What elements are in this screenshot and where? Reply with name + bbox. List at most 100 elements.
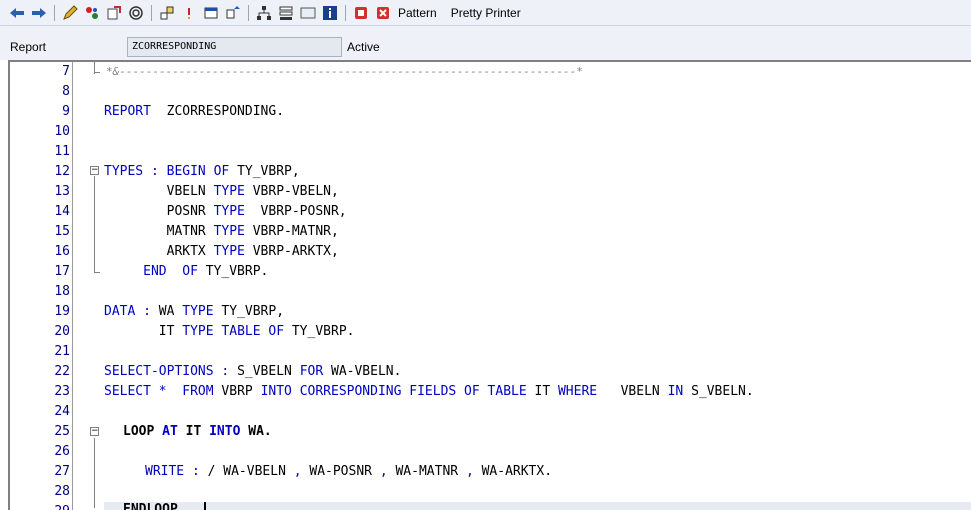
- application-toolbar: Pattern Pretty Printer: [0, 0, 971, 26]
- keyword: LOOP: [123, 424, 163, 439]
- code-line-16: ARKTX TYPE VBRP-ARKTX,: [104, 244, 339, 259]
- comment-text: *&--------------------------------------…: [106, 65, 583, 78]
- identifier: TY_VBRP.: [291, 324, 355, 339]
- window-icon[interactable]: [200, 3, 222, 23]
- pattern-button[interactable]: Pattern: [394, 6, 447, 20]
- line-number: 23: [54, 384, 70, 399]
- report-label: Report: [10, 40, 47, 54]
- keyword: TYPE: [182, 304, 222, 319]
- line-number-gutter: 7 8 9 10 11 12 13 14 15 16 17 18 19 20 2…: [10, 62, 73, 510]
- line-number: 16: [54, 244, 70, 259]
- identifier: TY_VBRP,: [237, 164, 300, 179]
- breakpoint-icon[interactable]: [178, 3, 200, 23]
- keyword: SELECT-OPTIONS :: [104, 364, 238, 379]
- identifier: VBRP-MATNR,: [252, 224, 339, 239]
- display-object-icon[interactable]: [350, 3, 372, 23]
- identifier: VBELN: [597, 384, 668, 399]
- code-line-25: LOOP AT IT INTO WA.: [123, 424, 272, 439]
- operator: ,: [379, 464, 396, 479]
- fold-guide: [94, 272, 100, 273]
- keyword: IN: [667, 384, 692, 399]
- current-line-highlight: [104, 502, 971, 510]
- identifier: IT: [104, 324, 183, 339]
- fold-guide: [94, 176, 95, 272]
- forward-arrow-icon[interactable]: [28, 3, 50, 23]
- keyword: INTO: [209, 424, 249, 439]
- line-number: 17: [54, 264, 70, 279]
- edit-pencil-icon[interactable]: [59, 3, 81, 23]
- identifier: S_VBELN: [237, 364, 300, 379]
- code-line-22: SELECT-OPTIONS : S_VBELN FOR WA-VBELN.: [104, 364, 401, 379]
- text-cursor: [204, 502, 206, 510]
- keyword: TYPE: [213, 204, 253, 219]
- line-number: 22: [54, 364, 70, 379]
- line-number: 27: [54, 464, 70, 479]
- line-number: 14: [54, 204, 70, 219]
- line-number: 21: [54, 344, 70, 359]
- delete-object-icon[interactable]: [372, 3, 394, 23]
- program-name-field[interactable]: ZCORRESPONDING: [127, 37, 342, 57]
- keyword: AT: [162, 424, 186, 439]
- identifier: TY_VBRP.: [205, 264, 269, 279]
- keyword: FOR: [299, 364, 331, 379]
- identifier: WA: [158, 304, 183, 319]
- identifier: WA.: [248, 424, 272, 439]
- identifier: WA-POSNR: [309, 464, 380, 479]
- dialog-icon[interactable]: [297, 3, 319, 23]
- keyword: FROM: [174, 384, 222, 399]
- identifier: VBRP-POSNR,: [252, 204, 347, 219]
- back-arrow-icon[interactable]: [6, 3, 28, 23]
- identifier: WA-VBELN.: [331, 364, 402, 379]
- identifier: ZCORRESPONDING.: [150, 104, 285, 119]
- line-number: 7: [62, 64, 70, 79]
- code-line-27: WRITE : / WA-VBELN , WA-POSNR , WA-MATNR…: [145, 464, 552, 479]
- line-number: 19: [54, 304, 70, 319]
- keyword: REPORT: [104, 104, 151, 119]
- keyword: SELECT *: [104, 384, 175, 399]
- line-number: 18: [54, 284, 70, 299]
- toolbar-separator: [345, 4, 346, 21]
- info-icon[interactable]: [319, 3, 341, 23]
- identifier: VBRP-ARKTX,: [252, 244, 339, 259]
- stack-icon[interactable]: [275, 3, 297, 23]
- toolbar-separator: [248, 4, 249, 21]
- line-number: 20: [54, 324, 70, 339]
- line-number: 10: [54, 124, 70, 139]
- code-line-20: IT TYPE TABLE OF TY_VBRP.: [104, 324, 355, 339]
- line-number: 13: [54, 184, 70, 199]
- object-list-icon[interactable]: [156, 3, 178, 23]
- where-used-icon[interactable]: [125, 3, 147, 23]
- operator: ,: [465, 464, 482, 479]
- line-number: 9: [62, 104, 70, 119]
- identifier: IT: [185, 424, 210, 439]
- code-line-13: VBELN TYPE VBRP-VBELN,: [104, 184, 339, 199]
- identifier: TY_VBRP,: [221, 304, 285, 319]
- code-line-15: MATNR TYPE VBRP-MATNR,: [104, 224, 339, 239]
- hierarchy-icon[interactable]: [253, 3, 275, 23]
- line-number: 26: [54, 444, 70, 459]
- line-number: 28: [54, 484, 70, 499]
- identifier: ARKTX: [104, 244, 214, 259]
- identifier: VBELN: [104, 184, 214, 199]
- line-number: 24: [54, 404, 70, 419]
- code-editor[interactable]: 7 8 9 10 11 12 13 14 15 16 17 18 19 20 2…: [8, 60, 971, 510]
- line-number: 11: [54, 144, 70, 159]
- pretty-printer-button[interactable]: Pretty Printer: [447, 6, 531, 20]
- program-header: Report ZCORRESPONDING Active: [0, 26, 971, 60]
- keyword: TYPE: [213, 244, 253, 259]
- navigate-icon[interactable]: [222, 3, 244, 23]
- line-number: 12: [54, 164, 70, 179]
- identifier: WA-MATNR: [395, 464, 466, 479]
- code-line-29: ENDLOOP.: [123, 502, 186, 510]
- identifier: S_VBELN.: [691, 384, 754, 399]
- activate-icon[interactable]: [103, 3, 125, 23]
- collapse-icon[interactable]: −: [90, 427, 99, 436]
- code-line-9: REPORT ZCORRESPONDING.: [104, 104, 284, 119]
- keyword: TYPE TABLE OF: [182, 324, 292, 339]
- identifier: POSNR: [104, 204, 214, 219]
- code-line-17: END OF TY_VBRP.: [104, 264, 268, 279]
- toolbar-separator: [151, 4, 152, 21]
- collapse-icon[interactable]: −: [90, 166, 99, 175]
- code-line-23: SELECT * FROM VBRP INTO CORRESPONDING FI…: [104, 384, 754, 399]
- display-change-icon[interactable]: [81, 3, 103, 23]
